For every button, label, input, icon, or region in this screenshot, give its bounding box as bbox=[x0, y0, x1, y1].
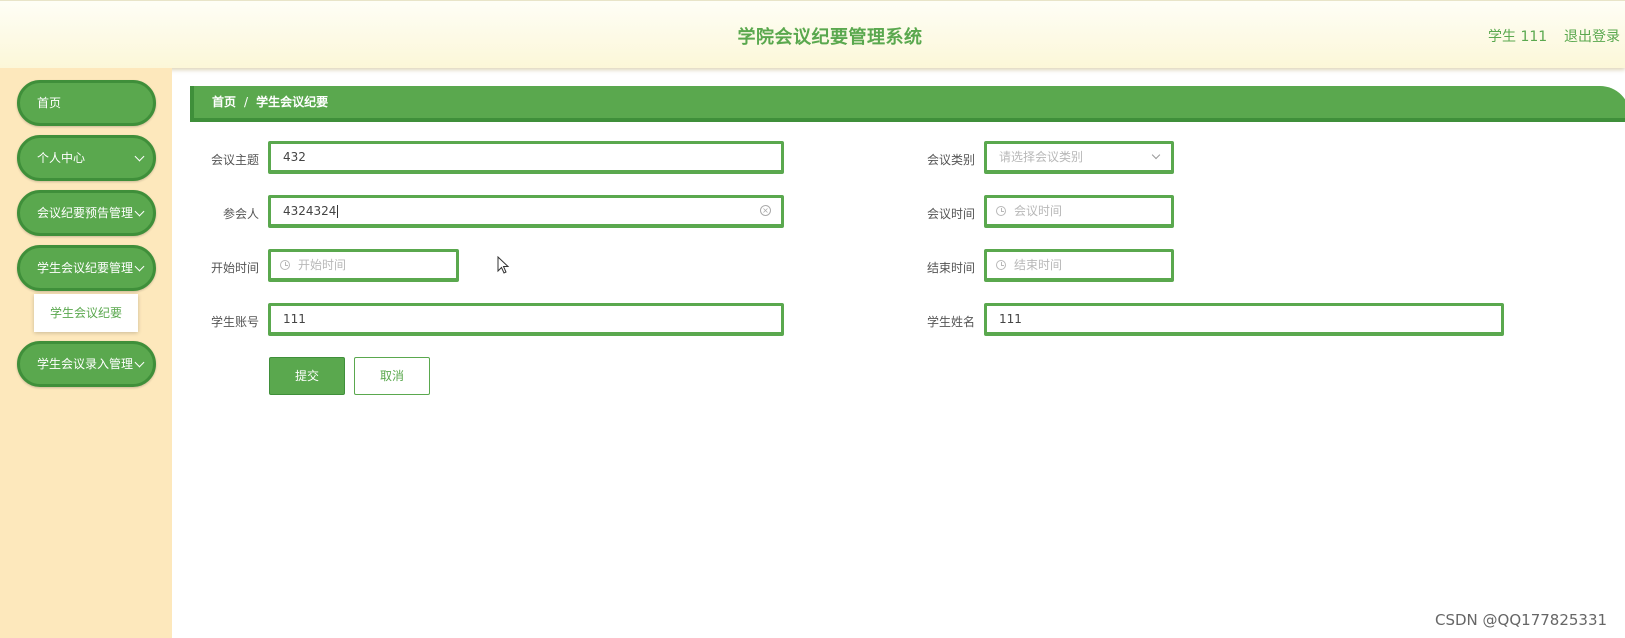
category-select[interactable]: 请选择会议类别 bbox=[984, 141, 1174, 174]
logout-link[interactable]: 退出登录 bbox=[1564, 26, 1620, 46]
student-account-value: 111 bbox=[283, 312, 306, 326]
topic-label: 会议主题 bbox=[210, 153, 259, 167]
sidebar-item-label: 会议纪要预告管理 bbox=[37, 206, 134, 220]
sidebar-item-label: 个人中心 bbox=[37, 151, 86, 165]
watermark: CSDN @QQ177825331 bbox=[1435, 611, 1608, 629]
start-time-label: 开始时间 bbox=[210, 261, 259, 275]
student-name-label: 学生姓名 bbox=[926, 315, 975, 329]
end-time-label: 结束时间 bbox=[926, 261, 975, 275]
category-placeholder: 请选择会议类别 bbox=[999, 150, 1084, 164]
sidebar-item-minutes-notice[interactable]: 会议纪要预告管理 bbox=[17, 190, 156, 236]
chevron-down-icon bbox=[134, 261, 145, 272]
chevron-down-icon bbox=[1151, 150, 1161, 160]
meeting-time-placeholder: 会议时间 bbox=[1014, 204, 1063, 218]
category-label: 会议类别 bbox=[926, 153, 975, 167]
breadcrumb-current: 学生会议纪要 bbox=[256, 95, 329, 109]
meeting-time-picker[interactable]: 会议时间 bbox=[984, 195, 1174, 228]
topic-value: 432 bbox=[283, 150, 306, 164]
start-time-placeholder: 开始时间 bbox=[298, 258, 347, 272]
top-header: 学院会议纪要管理系统 学生 111 退出登录 bbox=[0, 0, 1625, 68]
breadcrumb-separator: / bbox=[244, 95, 249, 109]
chevron-down-icon bbox=[134, 151, 145, 162]
student-name-value: 111 bbox=[999, 312, 1022, 326]
sidebar-item-label: 学生会议录入管理 bbox=[37, 357, 134, 371]
student-account-label: 学生账号 bbox=[210, 315, 259, 329]
clock-icon bbox=[996, 206, 1006, 216]
start-time-picker[interactable]: 开始时间 bbox=[268, 249, 459, 282]
end-time-placeholder: 结束时间 bbox=[1014, 258, 1063, 272]
cancel-button[interactable]: 取消 bbox=[354, 357, 430, 395]
submit-button[interactable]: 提交 bbox=[269, 357, 345, 395]
breadcrumb: 首页 / 学生会议纪要 bbox=[190, 86, 1625, 122]
clock-icon bbox=[996, 260, 1006, 270]
sidebar-item-student-entry[interactable]: 学生会议录入管理 bbox=[17, 341, 156, 387]
mouse-cursor-icon bbox=[497, 256, 510, 274]
breadcrumb-home[interactable]: 首页 bbox=[212, 95, 236, 109]
meeting-time-label: 会议时间 bbox=[926, 207, 975, 221]
current-user-label: 学生 111 bbox=[1488, 29, 1548, 45]
end-time-picker[interactable]: 结束时间 bbox=[984, 249, 1174, 282]
participants-value: 4324324 bbox=[283, 204, 337, 218]
sidebar-item-personal-center[interactable]: 个人中心 bbox=[17, 135, 156, 181]
student-account-input[interactable]: 111 bbox=[268, 303, 784, 336]
clock-icon bbox=[280, 260, 290, 270]
participants-input[interactable]: 4324324 × bbox=[268, 195, 784, 228]
student-name-input[interactable]: 111 bbox=[984, 303, 1504, 336]
text-caret bbox=[337, 205, 339, 218]
sidebar-item-home[interactable]: 首页 bbox=[17, 80, 156, 126]
sidebar-item-label: 学生会议纪要管理 bbox=[37, 261, 134, 275]
app-title: 学院会议纪要管理系统 bbox=[737, 27, 923, 48]
chevron-down-icon bbox=[134, 357, 145, 368]
sidebar-subitem-student-minutes[interactable]: 学生会议纪要 bbox=[34, 294, 138, 332]
clear-icon[interactable]: × bbox=[760, 205, 771, 216]
sidebar-item-student-minutes[interactable]: 学生会议纪要管理 bbox=[17, 245, 156, 291]
sidebar-item-label: 首页 bbox=[37, 96, 62, 110]
participants-label: 参会人 bbox=[222, 207, 259, 221]
chevron-down-icon bbox=[134, 206, 145, 217]
topic-input[interactable]: 432 bbox=[268, 141, 784, 174]
